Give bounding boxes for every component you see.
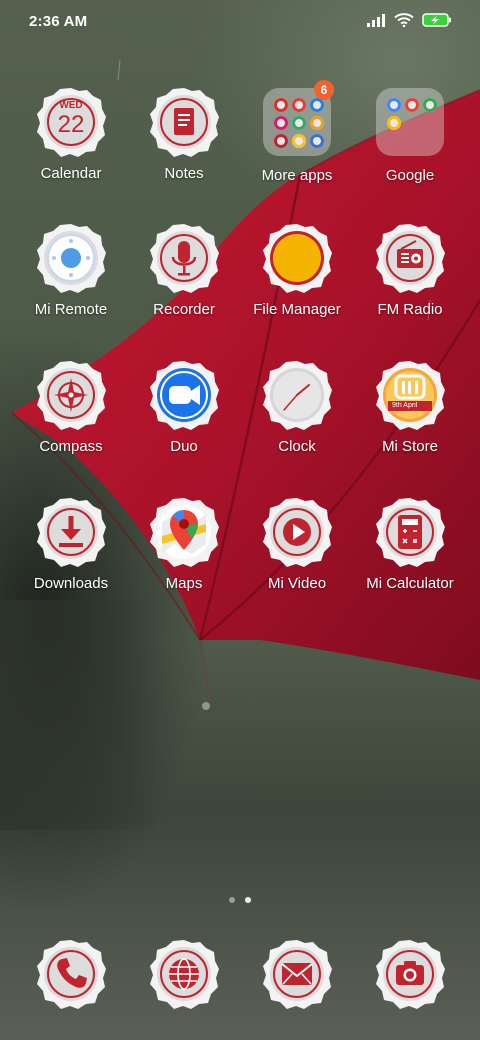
page-indicator[interactable] — [0, 897, 480, 903]
app-label: Mi Store — [382, 438, 438, 455]
radio-icon — [374, 222, 446, 294]
wifi-icon — [394, 13, 414, 32]
app-mi-remote[interactable]: Mi Remote — [15, 222, 127, 319]
app-label: Clock — [278, 438, 316, 455]
app-downloads[interactable]: Downloads — [15, 496, 127, 593]
app-mi-store[interactable]: 9th April Mi Store — [354, 359, 466, 456]
app-compass[interactable]: Compass — [15, 359, 127, 456]
app-maps[interactable]: Maps — [128, 496, 240, 593]
folder-icon — [376, 88, 444, 156]
mail-icon — [261, 938, 333, 1010]
app-label: Mi Remote — [34, 301, 108, 318]
mi-store-banner-text: 9th April — [392, 402, 418, 409]
status-time: 2:36 AM — [29, 13, 88, 30]
app-fm-radio[interactable]: FM Radio — [354, 222, 466, 319]
app-label: Recorder — [153, 301, 215, 318]
dock-phone[interactable] — [15, 938, 127, 1010]
calendar-date-text: 22 — [57, 111, 85, 138]
app-label: Duo — [170, 438, 198, 455]
app-label: Google — [385, 167, 435, 184]
file-manager-icon — [261, 222, 333, 294]
download-icon — [35, 496, 107, 568]
app-label: Notes — [164, 165, 204, 182]
app-recorder[interactable]: Recorder — [128, 222, 240, 319]
app-notes[interactable]: Notes — [128, 86, 240, 183]
app-label: FM Radio — [377, 301, 443, 318]
app-duo[interactable]: Duo — [128, 359, 240, 456]
app-calendar[interactable]: WED 22 Calendar — [15, 86, 127, 183]
compass-icon — [35, 359, 107, 431]
page-dot[interactable] — [229, 897, 235, 903]
microphone-icon — [148, 222, 220, 294]
dock-camera[interactable] — [354, 938, 466, 1010]
folder-google[interactable]: Google — [354, 86, 466, 185]
page-dot-active[interactable] — [245, 897, 251, 903]
app-label: Mi Video — [267, 575, 327, 592]
notes-icon — [148, 86, 220, 158]
video-camera-icon — [148, 359, 220, 431]
app-label: File Manager — [253, 301, 341, 318]
status-bar: 2:36 AM — [0, 0, 480, 44]
app-label: Mi Calculator — [366, 575, 454, 592]
phone-icon — [35, 938, 107, 1010]
app-label: Downloads — [33, 575, 109, 592]
signal-icon — [366, 13, 386, 32]
app-label: More apps — [261, 167, 333, 184]
clock-icon — [261, 359, 333, 431]
app-mi-video[interactable]: Mi Video — [241, 496, 353, 593]
dock-browser[interactable] — [128, 938, 240, 1010]
app-label: Compass — [39, 438, 103, 455]
dock-messages[interactable] — [241, 938, 353, 1010]
mi-store-icon: 9th April — [374, 359, 446, 431]
map-pin-icon — [148, 496, 220, 568]
folder-more-apps[interactable]: 6 More apps — [241, 80, 353, 185]
camera-icon — [374, 938, 446, 1010]
calendar-day-text: WED — [59, 100, 83, 111]
notification-badge: 6 — [314, 80, 334, 100]
app-clock[interactable]: Clock — [241, 359, 353, 456]
battery-charging-icon — [422, 13, 452, 32]
app-label: Maps — [165, 575, 203, 592]
calculator-icon — [374, 496, 446, 568]
remote-icon — [35, 222, 107, 294]
globe-icon — [148, 938, 220, 1010]
app-file-manager[interactable]: File Manager — [241, 222, 353, 319]
app-mi-calculator[interactable]: Mi Calculator — [354, 496, 466, 593]
play-icon — [261, 496, 333, 568]
app-label: Calendar — [40, 165, 102, 182]
